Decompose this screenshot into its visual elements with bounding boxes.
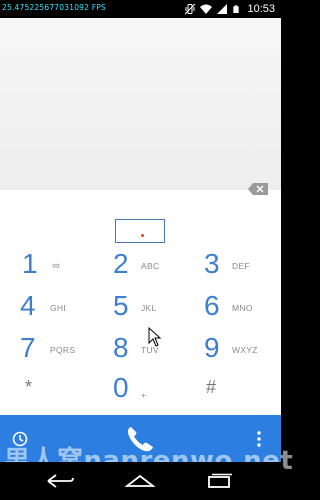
key-hash[interactable]: #	[206, 374, 286, 410]
key-digit: 3	[204, 248, 220, 279]
key-letters: DEF	[232, 261, 250, 271]
clock: 10:53	[247, 3, 275, 15]
key-letters: MNO	[232, 303, 253, 313]
key-digit: 5	[113, 290, 129, 321]
status-icons: 10:53	[184, 2, 275, 16]
mouse-pointer-icon	[148, 327, 162, 347]
key-2[interactable]: 2 ABC	[113, 248, 193, 284]
key-digit: 1	[22, 248, 38, 279]
key-letters: WXYZ	[232, 345, 258, 355]
digits-input[interactable]	[115, 219, 165, 243]
call-log-area	[0, 18, 281, 190]
fps-value: 25.4752256770310	[2, 3, 80, 12]
wifi-icon	[200, 4, 213, 14]
key-9[interactable]: 9 WXYZ	[204, 332, 284, 368]
key-digit: 6	[204, 290, 220, 321]
fps-readout: 25.475225677031092 FPS	[2, 3, 106, 12]
key-letters: PQRS	[50, 345, 76, 355]
key-7[interactable]: 7 PQRS	[20, 332, 100, 368]
key-4[interactable]: 4 GHI	[20, 290, 100, 326]
status-bar: 25.475225677031092 FPS 10:53	[0, 0, 281, 18]
key-6[interactable]: 6 MNO	[204, 290, 284, 326]
battery-icon	[233, 5, 240, 13]
key-5[interactable]: 5 JKL	[113, 290, 193, 326]
key-digit: 2	[113, 248, 129, 279]
key-digit: *	[25, 377, 33, 397]
key-letters: JKL	[141, 303, 157, 313]
key-digit: 0	[113, 372, 129, 403]
navigation-bar	[0, 462, 281, 500]
text-cursor	[141, 234, 144, 237]
phone-icon[interactable]	[123, 424, 157, 454]
home-icon[interactable]	[124, 473, 156, 489]
vibrate-icon	[185, 3, 196, 15]
recents-icon[interactable]	[205, 473, 233, 489]
key-letters: +	[141, 390, 147, 400]
key-digit: 9	[204, 332, 220, 363]
key-letters: ABC	[141, 261, 160, 271]
back-icon[interactable]	[44, 473, 76, 489]
key-star[interactable]: *	[25, 374, 105, 410]
voicemail-icon: ∞	[52, 260, 61, 272]
key-digit: 7	[20, 332, 36, 363]
signal-icon	[217, 4, 228, 14]
fps-label: 92 FPS	[79, 3, 106, 12]
key-0[interactable]: 0 +	[113, 372, 193, 408]
backspace-icon[interactable]	[248, 183, 268, 195]
key-letters: GHI	[50, 303, 67, 313]
call-bar	[0, 415, 281, 462]
dialpad: 1 ∞ 2 ABC 3 DEF 4 GHI 5 JKL 6 MNO 7 PQRS…	[0, 190, 281, 415]
key-digit: 8	[113, 332, 129, 363]
key-3[interactable]: 3 DEF	[204, 248, 284, 284]
key-digit: 4	[20, 290, 36, 321]
overflow-menu-icon[interactable]	[256, 430, 262, 448]
key-digit: #	[206, 377, 217, 397]
call-history-icon[interactable]	[12, 431, 28, 447]
key-1[interactable]: 1 ∞	[22, 248, 102, 284]
